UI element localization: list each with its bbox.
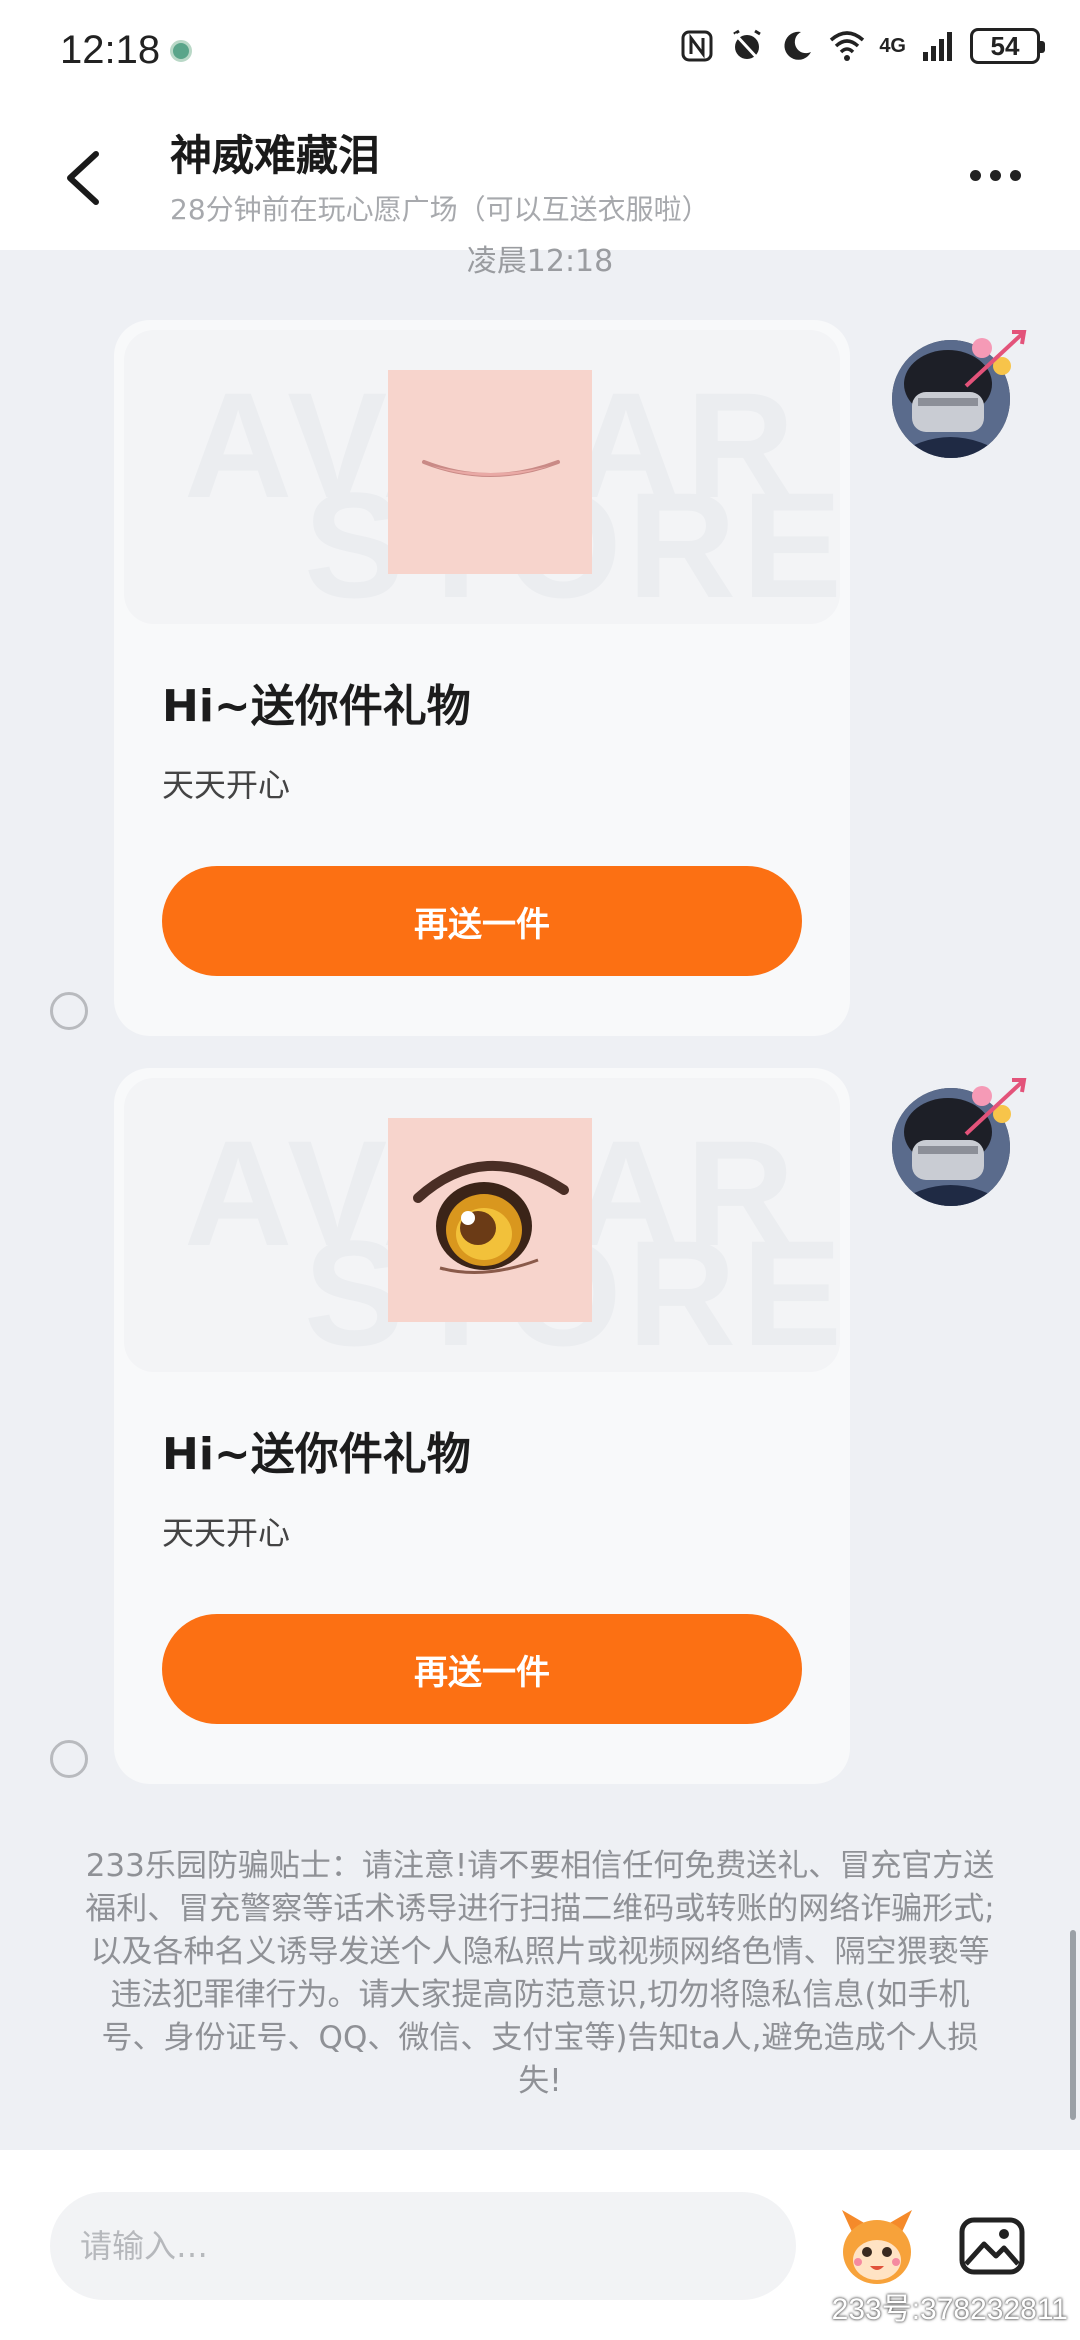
- chat-header: 神威难藏泪 28分钟前在玩心愿广场（可以互送衣服啦）: [0, 100, 1080, 250]
- gift-image-area: AVATAR STORE: [124, 330, 840, 624]
- signal-bars-icon: [923, 32, 952, 61]
- image-picker-icon[interactable]: [956, 2210, 1028, 2282]
- scrollbar[interactable]: [1070, 1930, 1076, 2120]
- mascot-emoji-icon[interactable]: [832, 2202, 922, 2292]
- app-notification-icon: [170, 40, 192, 62]
- chat-title[interactable]: 神威难藏泪: [170, 122, 380, 183]
- avatar-frame-decoration-icon: [964, 1078, 1027, 1136]
- alarm-off-icon: [733, 29, 762, 62]
- mouth-item-image: [388, 370, 592, 574]
- gift-image-area: AVATAR STORE: [124, 1078, 840, 1372]
- gift-title: Hi~送你件礼物: [162, 681, 471, 732]
- battery-indicator: 54: [970, 28, 1045, 64]
- network-type-label: 4G: [879, 34, 906, 57]
- nfc-icon: [681, 30, 713, 62]
- gift-card[interactable]: AVATAR STORE Hi~送你件礼物 天天开心 再送一件: [114, 1068, 850, 1784]
- gift-message: 天天开心: [162, 1514, 291, 1552]
- gift-card[interactable]: AVATAR STORE Hi~送你件礼物 天天开心 再送一件: [114, 320, 850, 1036]
- status-icons: 4G 54: [679, 28, 1045, 64]
- chat-subtitle: 28分钟前在玩心愿广场（可以互送衣服啦）: [170, 193, 710, 226]
- battery-level: 54: [990, 30, 1020, 61]
- wifi-icon: [830, 31, 865, 61]
- send-another-button[interactable]: 再送一件: [162, 866, 802, 976]
- message-select-checkbox[interactable]: [50, 992, 88, 1030]
- do-not-disturb-moon-icon: [784, 31, 812, 60]
- anti-fraud-tip: 233乐园防骗贴士：请注意!请不要相信任何免费送礼、冒充官方送福利、冒充警察等话…: [85, 1848, 995, 2099]
- avatar-frame-decoration-icon: [964, 330, 1027, 388]
- message-select-checkbox[interactable]: [50, 1740, 88, 1778]
- back-arrow-icon[interactable]: [58, 148, 108, 208]
- gift-title: Hi~送你件礼物: [162, 1429, 471, 1480]
- send-another-button[interactable]: 再送一件: [162, 1614, 802, 1724]
- message-input[interactable]: [50, 2192, 796, 2300]
- more-options-button[interactable]: [970, 160, 1030, 190]
- status-time: 12:18: [60, 28, 161, 72]
- gift-message: 天天开心: [162, 766, 291, 804]
- eye-item-image: [388, 1118, 592, 1322]
- more-dot-icon: [970, 169, 981, 181]
- more-dot-icon: [990, 169, 1001, 181]
- more-dot-icon: [1010, 169, 1021, 181]
- message-timestamp: 凌晨12:18: [466, 244, 614, 279]
- status-bar: 12:18 4G 54: [0, 0, 1080, 100]
- account-id-watermark: 233号:378232811: [831, 2293, 1068, 2326]
